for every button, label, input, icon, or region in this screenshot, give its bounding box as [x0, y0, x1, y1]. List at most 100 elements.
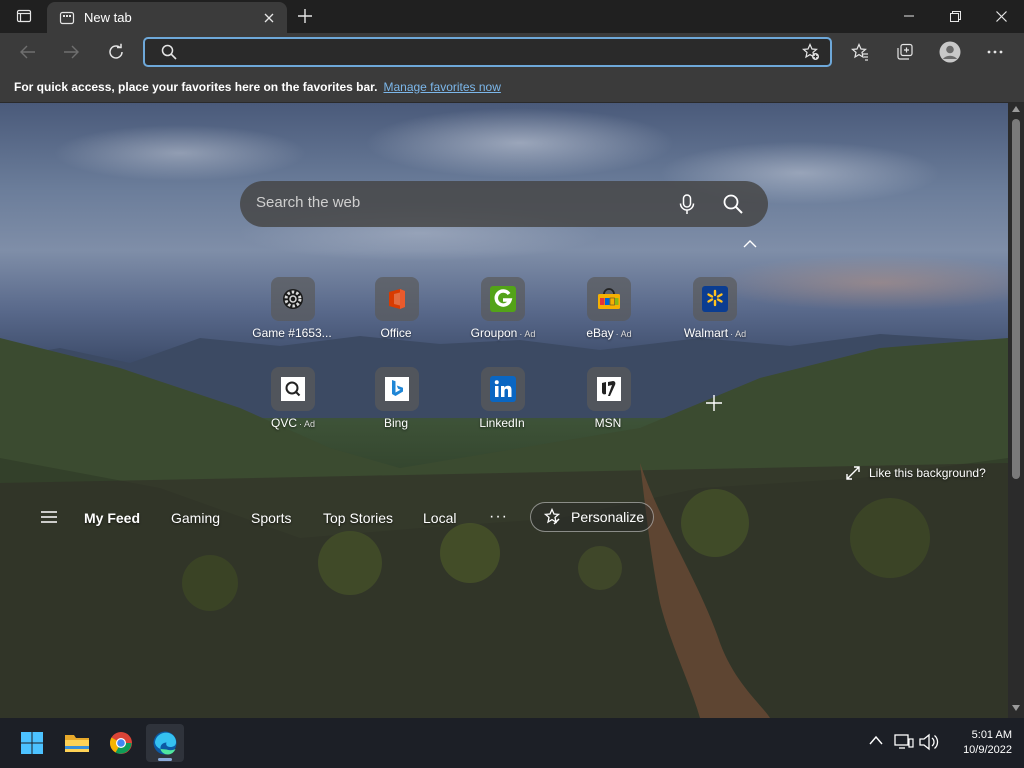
chrome-icon [110, 732, 132, 754]
close-icon [995, 10, 1007, 22]
personalize-label: Personalize [571, 509, 645, 525]
edge-window: New tab For quick access, place your fav… [0, 0, 1024, 768]
background-trail [0, 463, 1008, 718]
hamburger-menu-icon[interactable] [40, 510, 58, 524]
collections-icon [897, 43, 913, 60]
start-button[interactable] [13, 724, 51, 762]
feed-tab-my-feed[interactable]: My Feed [84, 510, 140, 526]
title-bar: New tab [0, 0, 1024, 33]
add-shortcut-button[interactable] [700, 389, 728, 417]
feed-tab-top-stories[interactable]: Top Stories [323, 510, 393, 526]
scroll-down-icon[interactable] [1012, 705, 1020, 711]
tile-label: Groupon [470, 326, 518, 340]
minimize-button[interactable] [886, 0, 932, 32]
active-app-indicator [158, 758, 172, 761]
chrome-button[interactable] [102, 724, 140, 762]
tab-close-button[interactable] [261, 10, 277, 26]
new-tab-button[interactable] [292, 4, 318, 28]
favorites-button[interactable] [845, 37, 875, 67]
windows-taskbar: 5:01 AM 10/9/2022 [0, 718, 1024, 768]
file-explorer-button[interactable] [58, 724, 96, 762]
file-explorer-icon [65, 735, 89, 752]
feed-navigation: My Feed Gaming Sports Top Stories Local … [0, 498, 1008, 542]
edge-icon [153, 731, 177, 755]
feed-tab-sports[interactable]: Sports [251, 510, 291, 526]
quick-link-tile[interactable]: Office [352, 277, 442, 340]
tab-actions-icon [16, 9, 32, 23]
web-search-box[interactable]: Search the web [240, 181, 768, 227]
like-background-button[interactable]: Like this background? [846, 466, 986, 480]
chevron-up-icon[interactable] [743, 239, 757, 248]
more-icon [987, 50, 1003, 54]
quick-link-tile[interactable]: eBay · Ad [564, 277, 654, 340]
address-bar[interactable] [143, 37, 832, 67]
search-icon [161, 44, 177, 60]
back-arrow-icon [20, 45, 35, 59]
tab-new-tab[interactable]: New tab [47, 2, 287, 33]
profile-button[interactable] [935, 37, 965, 67]
settings-menu-button[interactable] [980, 37, 1010, 67]
forward-button[interactable] [56, 37, 86, 67]
office-icon [375, 277, 419, 321]
tab-title: New tab [84, 10, 132, 25]
msn-icon [587, 367, 631, 411]
clock-date: 10/9/2022 [963, 744, 1012, 756]
tile-label: LinkedIn [479, 416, 525, 430]
new-tab-page: Search the web Game #1653... Office Grou… [0, 103, 1008, 718]
tile-label: MSN [594, 416, 622, 430]
ebay-icon [587, 277, 631, 321]
quick-link-tile[interactable]: LinkedIn [458, 367, 548, 430]
like-background-label: Like this background? [869, 466, 986, 480]
personalize-icon [543, 508, 561, 525]
scroll-up-icon[interactable] [1012, 106, 1020, 112]
manage-favorites-link[interactable]: Manage favorites now [383, 80, 500, 94]
system-clock[interactable]: 5:01 AM 10/9/2022 [942, 728, 1012, 758]
search-icon[interactable] [722, 193, 744, 215]
personalize-button[interactable]: Personalize [530, 502, 654, 532]
favorites-bar-message: For quick access, place your favorites h… [14, 79, 378, 94]
close-window-button[interactable] [978, 0, 1024, 32]
linkedin-icon [481, 367, 525, 411]
tile-label: Office [380, 326, 412, 340]
tile-label: eBay [586, 326, 614, 340]
back-button[interactable] [13, 37, 43, 67]
network-icon[interactable] [894, 733, 914, 751]
chevron-up-icon[interactable] [869, 735, 883, 745]
feed-more-button[interactable]: ··· [489, 508, 508, 526]
browser-toolbar [0, 33, 1024, 71]
quick-link-tile[interactable]: Groupon · Ad [458, 277, 548, 340]
refresh-icon [109, 43, 123, 59]
microphone-icon[interactable] [676, 193, 698, 215]
close-icon [264, 13, 274, 22]
collections-button[interactable] [890, 37, 920, 67]
qvc-icon [271, 367, 315, 411]
quick-link-tile[interactable]: QVC · Ad [248, 367, 338, 430]
forward-arrow-icon [64, 45, 79, 59]
quick-link-tile[interactable]: Bing [352, 367, 442, 430]
gear-icon [271, 277, 315, 321]
restore-button[interactable] [932, 0, 978, 32]
bing-icon [375, 367, 419, 411]
feed-tab-gaming[interactable]: Gaming [171, 510, 220, 526]
edge-button[interactable] [146, 724, 184, 762]
tile-label: Walmart [683, 326, 729, 340]
avatar-icon [939, 41, 961, 63]
scroll-thumb[interactable] [1012, 119, 1020, 479]
quick-link-tile[interactable]: Walmart · Ad [670, 277, 760, 340]
page-scrollbar[interactable] [1008, 103, 1024, 718]
quick-link-tile[interactable]: Game #1653... [248, 277, 338, 340]
expand-icon [846, 466, 860, 480]
feed-tab-local[interactable]: Local [423, 510, 456, 526]
volume-icon[interactable] [919, 733, 939, 751]
minimize-icon [904, 15, 914, 17]
plus-icon [706, 395, 722, 411]
tab-actions-button[interactable] [8, 5, 40, 27]
refresh-button[interactable] [101, 37, 131, 67]
tile-label: QVC [270, 416, 297, 430]
favorites-icon [851, 43, 868, 61]
new-tab-favicon-icon [59, 11, 75, 24]
tile-label: Game #1653... [252, 326, 332, 340]
tile-label: Bing [383, 416, 409, 430]
quick-link-tile[interactable]: MSN [564, 367, 654, 430]
add-favorite-icon[interactable] [802, 43, 820, 61]
